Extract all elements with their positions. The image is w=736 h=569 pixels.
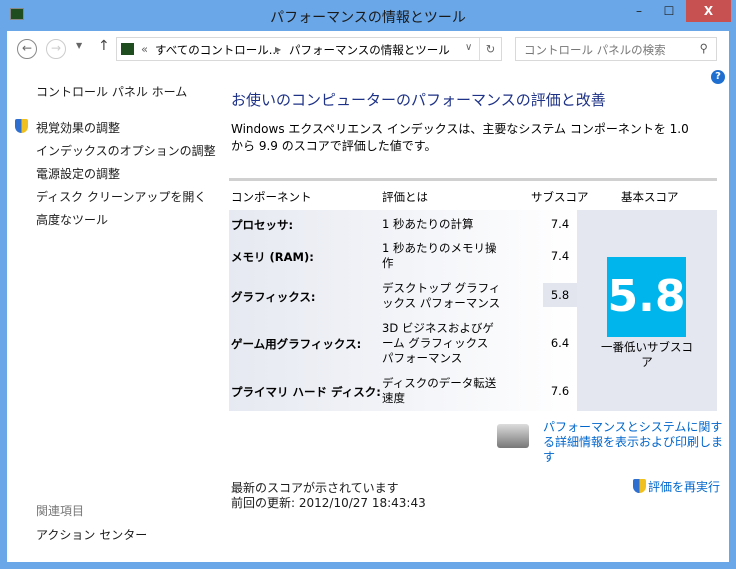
control-panel-icon <box>121 43 134 55</box>
base-score-column: 5.8 一番低いサブスコア <box>577 210 717 411</box>
details-link[interactable]: パフォーマンスとシステムに関する詳細情報を表示および印刷します <box>543 420 723 465</box>
subscore: 7.4 <box>550 217 570 231</box>
shield-icon <box>15 119 28 133</box>
page-description: Windows エクスペリエンス インデックスは、主要なシステム コンポーネント… <box>231 122 689 153</box>
sidebar-item-visual-effects[interactable]: 視覚効果の調整 <box>36 119 120 136</box>
printer-icon <box>497 424 529 448</box>
subscore: 7.4 <box>550 249 570 263</box>
sidebar-home-link[interactable]: コントロール パネル ホーム <box>36 83 187 100</box>
navigation-bar: ← → ▼ ↑ « すべてのコントロール... ▶ パフォーマンスの情報とツール… <box>7 31 729 67</box>
sidebar-item-disk-cleanup[interactable]: ディスク クリーンアップを開く <box>36 188 206 205</box>
subscore-lowest: 5.8 <box>543 283 577 307</box>
component-name: プライマリ ハード ディスク: <box>231 385 381 399</box>
subscore: 7.6 <box>550 384 570 398</box>
component-name: メモリ (RAM): <box>231 250 314 264</box>
breadcrumb-performance[interactable]: パフォーマンスの情報とツール <box>289 42 450 58</box>
base-score-tile: 5.8 <box>607 257 686 337</box>
close-button[interactable]: X <box>686 0 731 22</box>
recent-dropdown-icon[interactable]: ▼ <box>76 41 82 50</box>
up-arrow-icon[interactable]: ↑ <box>98 38 110 54</box>
sidebar-item-index-options[interactable]: インデックスのオプションの調整 <box>36 142 216 159</box>
component-rating: 1 秒あたりのメモリ操作 <box>382 241 497 270</box>
component-name: プロセッサ: <box>231 218 294 232</box>
sidebar-item-power-settings[interactable]: 電源設定の調整 <box>36 165 120 182</box>
header-subscore: サブスコア <box>531 190 589 204</box>
component-rating: 3D ビジネスおよびゲーム グラフィックス パフォーマンス <box>382 321 494 365</box>
back-button[interactable]: ← <box>17 39 37 59</box>
header-rating: 評価とは <box>382 190 428 204</box>
help-icon[interactable]: ? <box>711 70 725 84</box>
header-component: コンポーネント <box>231 190 312 204</box>
address-bar[interactable]: « すべてのコントロール... ▶ パフォーマンスの情報とツール ∨ ↻ <box>116 37 502 61</box>
forward-button[interactable]: → <box>46 39 66 59</box>
shield-icon <box>633 479 646 493</box>
refresh-icon[interactable]: ↻ <box>479 38 501 60</box>
window-content: ← → ▼ ↑ « すべてのコントロール... ▶ パフォーマンスの情報とツール… <box>7 31 729 562</box>
component-rating: ディスクのデータ転送速度 <box>382 376 497 405</box>
action-center-link[interactable]: アクション センター <box>36 526 147 543</box>
component-rating: 1 秒あたりの計算 <box>382 217 474 231</box>
component-name: グラフィックス: <box>231 290 316 304</box>
rerun-assessment-link[interactable]: 評価を再実行 <box>648 478 720 495</box>
score-table: コンポーネント 評価とは サブスコア 基本スコア 5.8 一番低いサブスコア プ… <box>229 178 717 411</box>
breadcrumb-separator-icon: ▶ <box>275 45 282 54</box>
breadcrumb-all-control-panel[interactable]: すべてのコントロール... <box>155 42 280 58</box>
title-bar: パフォーマンスの情報とツール – ☐ X <box>0 0 736 32</box>
header-base-score: 基本スコア <box>621 190 679 204</box>
overflow-chevron[interactable]: « <box>141 42 148 56</box>
address-dropdown-icon[interactable]: ∨ <box>465 42 472 53</box>
component-name: ゲーム用グラフィックス: <box>231 337 362 351</box>
component-rating: デスクトップ グラフィックス パフォーマンス <box>382 281 501 310</box>
search-placeholder: コントロール パネルの検索 <box>524 43 666 57</box>
sidebar-item-advanced-tools[interactable]: 高度なツール <box>36 211 108 228</box>
minimize-button[interactable]: – <box>624 0 654 22</box>
subscore: 6.4 <box>550 336 570 350</box>
maximize-button[interactable]: ☐ <box>654 0 684 22</box>
search-icon[interactable]: ⚲ <box>700 41 708 55</box>
related-heading: 関連項目 <box>36 504 85 518</box>
search-input[interactable]: コントロール パネルの検索 ⚲ <box>515 37 717 61</box>
base-score-label: 一番低いサブスコア <box>601 340 693 369</box>
page-title: お使いのコンピューターのパフォーマンスの評価と改善 <box>231 91 606 109</box>
last-update: 前回の更新: 2012/10/27 18:43:43 <box>231 496 426 510</box>
